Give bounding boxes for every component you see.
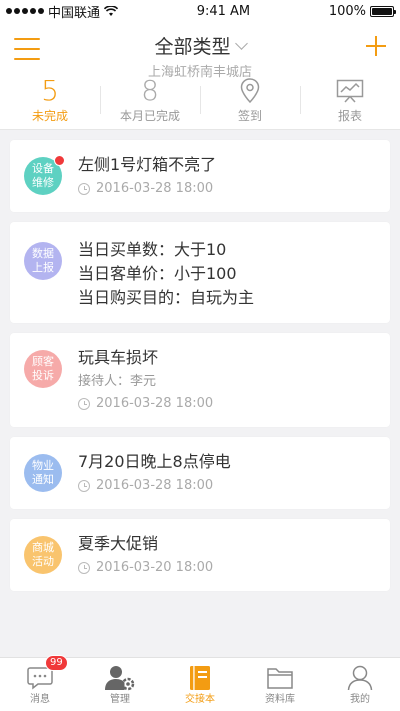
category-badge: 设备维修 (24, 155, 65, 195)
message-icon: 99 (27, 655, 68, 693)
header: 全部类型 上海虹桥南丰城店 (0, 22, 400, 80)
list-item[interactable]: 顾客投诉 玩具车损坏 接待人：李元 2016-03-28 18:00 (10, 333, 390, 427)
wifi-icon (104, 5, 119, 16)
category-badge-label: 数据上报 (32, 247, 54, 274)
status-left: 中国联通 (6, 2, 119, 21)
card-body: 夏季大促销 2016-03-20 18:00 (78, 532, 380, 578)
card-title: 玩具车损坏 (78, 348, 159, 367)
card-time: 2016-03-20 18:00 (78, 558, 380, 578)
handover-list: 设备维修 左侧1号灯箱不亮了 2016-03-28 18:00 数据上报 当日买… (0, 130, 400, 591)
type-filter-dropdown[interactable]: 全部类型 (154, 32, 248, 59)
unread-dot (54, 155, 65, 166)
person-icon (347, 663, 373, 693)
checkin-button[interactable]: 签到 (200, 76, 300, 129)
card-time: 2016-03-28 18:00 (78, 394, 380, 414)
tab-label: 我的 (350, 694, 370, 705)
tab-label: 管理 (110, 694, 130, 705)
category-badge-label: 商城活动 (32, 541, 54, 568)
tab-manage[interactable]: 管理 (80, 658, 160, 711)
stat-incomplete[interactable]: 5 未完成 (0, 76, 100, 129)
category-badge: 物业通知 (24, 454, 62, 492)
clock-icon (78, 398, 90, 410)
notebook-icon (189, 663, 211, 693)
list-item[interactable]: 物业通知 7月20日晚上8点停电 2016-03-28 18:00 (10, 437, 390, 509)
card-time: 2016-03-28 18:00 (78, 476, 380, 496)
card-receiver: 接待人：李元 (78, 374, 157, 389)
report-chart-icon (336, 76, 364, 106)
tab-messages[interactable]: 99 消息 (0, 655, 80, 711)
carrier-label: 中国联通 (48, 5, 101, 21)
tab-label: 资料库 (265, 694, 295, 705)
category-badge-label: 设备维修 (32, 162, 54, 189)
add-button[interactable] (366, 36, 386, 56)
status-right: 100% (328, 3, 396, 19)
page-title: 全部类型 (154, 36, 231, 58)
status-bar: 中国联通 9:41 AM 100% (0, 0, 400, 22)
card-time-text: 2016-03-28 18:00 (96, 181, 214, 196)
clock-time: 9:41 AM (196, 3, 251, 19)
stat-incomplete-label: 未完成 (31, 109, 68, 123)
list-item[interactable]: 数据上报 当日买单数：大于10 当日客单价：小于100 当日购买目的：自玩为主 (10, 222, 390, 323)
tab-label: 消息 (30, 694, 50, 705)
list-item[interactable]: 商城活动 夏季大促销 2016-03-20 18:00 (10, 519, 390, 591)
clock-icon (78, 562, 90, 574)
stats-bar: 5 未完成 8 本月已完成 签到 报表 (0, 76, 400, 130)
tab-mine[interactable]: 我的 (320, 658, 400, 711)
tab-bar: 99 消息 管理 交接本 资料库 我的 (0, 655, 400, 711)
card-title: 夏季大促销 (78, 534, 159, 553)
list-item[interactable]: 设备维修 左侧1号灯箱不亮了 2016-03-28 18:00 (10, 140, 390, 212)
user-gear-icon (105, 663, 135, 693)
card-time-text: 2016-03-20 18:00 (96, 560, 214, 575)
title-block: 全部类型 上海虹桥南丰城店 (0, 32, 400, 80)
checkin-label: 签到 (237, 109, 262, 123)
report-line: 当日客单价：小于100 (78, 264, 237, 283)
stat-month-completed[interactable]: 8 本月已完成 (100, 76, 200, 129)
tab-library[interactable]: 资料库 (240, 658, 320, 711)
folder-icon (266, 663, 294, 693)
clock-icon (78, 183, 90, 195)
category-badge: 顾客投诉 (24, 350, 62, 388)
stat-incomplete-count: 5 (41, 74, 59, 107)
clock-icon (78, 480, 90, 492)
card-time-text: 2016-03-28 18:00 (96, 396, 214, 411)
card-body: 7月20日晚上8点停电 2016-03-28 18:00 (78, 450, 380, 496)
report-line: 当日买单数：大于10 (78, 240, 227, 259)
signal-dots-icon (6, 8, 44, 14)
battery-percent: 100% (328, 3, 366, 19)
category-badge-label: 物业通知 (32, 459, 54, 486)
card-body: 左侧1号灯箱不亮了 2016-03-28 18:00 (78, 153, 380, 199)
stat-month-completed-label: 本月已完成 (119, 109, 180, 123)
card-body: 玩具车损坏 接待人：李元 2016-03-28 18:00 (78, 346, 380, 414)
report-line: 当日购买目的：自玩为主 (78, 288, 255, 307)
category-badge: 商城活动 (24, 536, 62, 574)
tab-handover[interactable]: 交接本 (160, 658, 240, 711)
card-time: 2016-03-28 18:00 (78, 179, 380, 199)
unread-count-badge: 99 (45, 655, 68, 671)
battery-icon (370, 5, 396, 17)
location-pin-icon (240, 76, 260, 106)
report-button[interactable]: 报表 (300, 76, 400, 129)
tab-label: 交接本 (185, 694, 215, 705)
card-body: 当日买单数：大于10 当日客单价：小于100 当日购买目的：自玩为主 (78, 238, 380, 310)
chevron-down-icon (234, 36, 248, 50)
stat-month-completed-count: 8 (141, 74, 159, 107)
category-badge: 数据上报 (24, 242, 62, 280)
report-label: 报表 (337, 109, 362, 123)
card-time-text: 2016-03-28 18:00 (96, 478, 214, 493)
card-title: 左侧1号灯箱不亮了 (78, 155, 217, 174)
category-badge-label: 顾客投诉 (32, 355, 54, 382)
card-title: 7月20日晚上8点停电 (78, 452, 231, 471)
